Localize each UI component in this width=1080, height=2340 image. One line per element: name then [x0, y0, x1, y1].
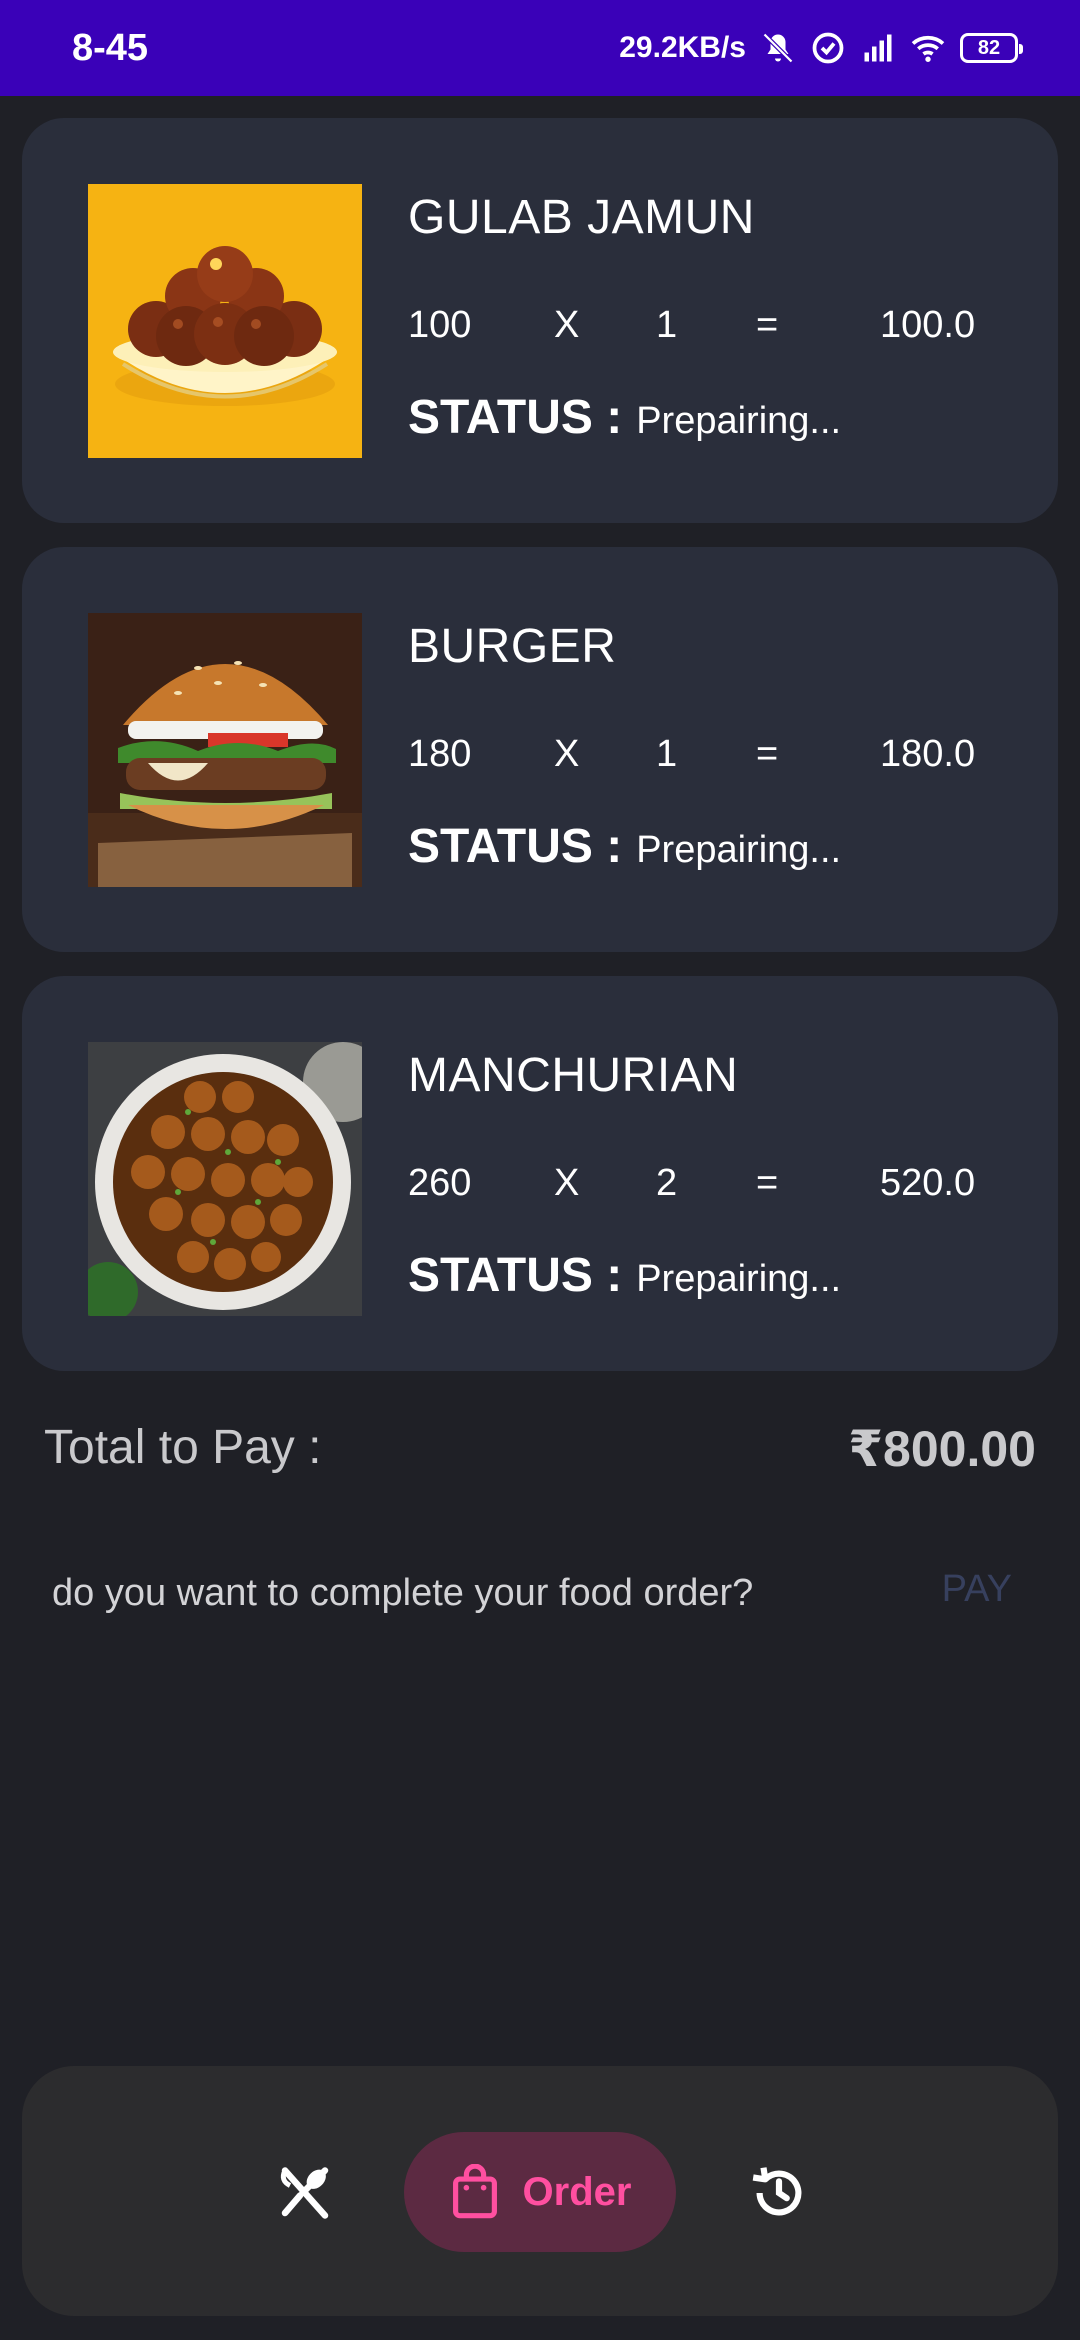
price-calculation: 180 X 1 = 180.0 [408, 733, 975, 783]
total-amount: ₹800.00 [848, 1421, 1036, 1477]
line-total: 180.0 [880, 733, 976, 775]
food-image-burger [88, 613, 362, 887]
nav-order-label: Order [522, 2169, 632, 2214]
status-bar: 8-45 29.2KB/s 82 [0, 0, 1080, 96]
nav-history[interactable] [744, 2158, 814, 2228]
multiply-sign: X [554, 733, 580, 775]
status-time: 8-45 [72, 26, 149, 69]
history-icon [752, 2167, 802, 2216]
status-icons: 29.2KB/s 82 [619, 30, 1023, 66]
order-card: BURGER 180 X 1 = 180.0 STATUS : Prepairi… [22, 547, 1058, 952]
status-label: STATUS : [408, 1249, 623, 1302]
equals-sign: = [756, 304, 779, 346]
quantity: 2 [656, 1162, 678, 1204]
complete-order-prompt: do you want to complete your food order? [52, 1572, 754, 1614]
price-calculation: 260 X 2 = 520.0 [408, 1162, 975, 1212]
shopping-bag-icon [452, 2164, 497, 2219]
nav-order[interactable]: Order [404, 2132, 676, 2252]
multiply-sign: X [554, 304, 580, 346]
equals-sign: = [756, 1162, 779, 1204]
unit-price: 180 [408, 733, 472, 775]
status-value: Prepairing... [636, 400, 842, 442]
unit-price: 100 [408, 304, 472, 346]
pay-button[interactable]: PAY [942, 1568, 1012, 1611]
battery-icon: 82 [960, 33, 1023, 63]
food-name: BURGER [408, 620, 617, 673]
line-total: 100.0 [880, 304, 976, 346]
status-value: Prepairing... [636, 1258, 842, 1300]
multiply-sign: X [554, 1162, 580, 1204]
status-label: STATUS : [408, 820, 623, 873]
order-status: STATUS : Prepairing... [408, 819, 841, 874]
status-label: STATUS : [408, 391, 623, 444]
order-status: STATUS : Prepairing... [408, 390, 841, 445]
price-calculation: 100 X 1 = 100.0 [408, 304, 975, 354]
food-image-manchurian [88, 1042, 362, 1316]
unit-price: 260 [408, 1162, 472, 1204]
line-total: 520.0 [880, 1162, 976, 1204]
nav-menu[interactable] [270, 2158, 340, 2228]
check-circle-icon [812, 32, 844, 64]
quantity: 1 [656, 304, 678, 346]
food-name: MANCHURIAN [408, 1049, 739, 1102]
order-status: STATUS : Prepairing... [408, 1248, 841, 1303]
network-speed: 29.2KB/s [619, 31, 746, 64]
quantity: 1 [656, 733, 678, 775]
bottom-navigation: Order [22, 2066, 1058, 2316]
total-label: Total to Pay : [44, 1421, 322, 1474]
order-card: MANCHURIAN 260 X 2 = 520.0 STATUS : Prep… [22, 976, 1058, 1371]
food-name: GULAB JAMUN [408, 191, 755, 244]
food-image-gulab-jamun [88, 184, 362, 458]
equals-sign: = [756, 733, 779, 775]
mute-icon [762, 32, 794, 64]
wifi-icon [911, 35, 945, 62]
status-value: Prepairing... [636, 829, 842, 871]
signal-icon [864, 34, 892, 62]
fork-spoon-icon [280, 2167, 329, 2219]
order-card: GULAB JAMUN 100 X 1 = 100.0 STATUS : Pre… [22, 118, 1058, 523]
